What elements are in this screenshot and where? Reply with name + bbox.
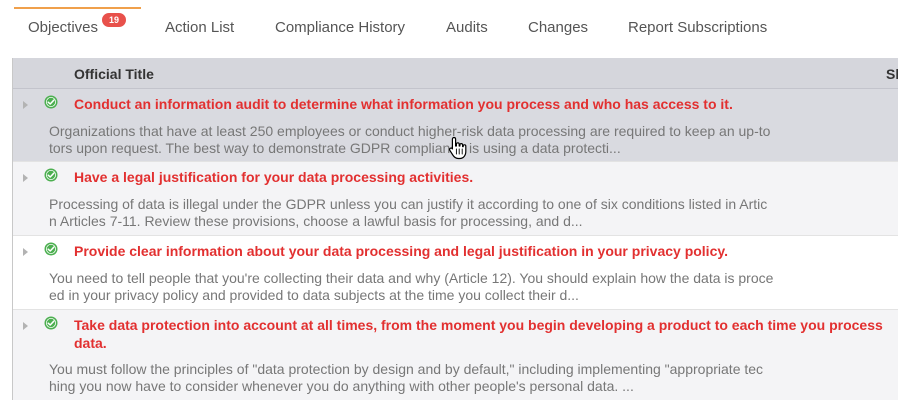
objectives-count-badge: 19: [101, 12, 127, 28]
description-line: tors upon request. The best way to demon…: [49, 140, 621, 156]
objective-title[interactable]: Provide clear information about your dat…: [74, 242, 884, 260]
objective-description: You must follow the principles of "data …: [49, 361, 898, 395]
column-header-official-title[interactable]: Official Title: [74, 66, 154, 82]
table-header: Official Title Sh: [13, 58, 898, 89]
objective-description: Organizations that have at least 250 emp…: [49, 123, 898, 157]
description-line: You need to tell people that you're coll…: [49, 270, 774, 286]
objective-description: Processing of data is illegal under the …: [49, 196, 898, 230]
table-row[interactable]: Conduct an information audit to determin…: [13, 89, 898, 162]
check-circle-icon: [44, 316, 58, 330]
description-line: You must follow the principles of "data …: [49, 361, 764, 377]
objective-title[interactable]: Have a legal justification for your data…: [74, 168, 884, 186]
column-header-second[interactable]: Sh: [886, 66, 898, 82]
table-row[interactable]: Provide clear information about your dat…: [13, 236, 898, 310]
expand-arrow-icon[interactable]: [23, 101, 28, 109]
tab-label: Audits: [446, 19, 488, 36]
description-line: ed in your privacy policy and provided t…: [49, 287, 579, 303]
objective-description: You need to tell people that you're coll…: [49, 270, 898, 304]
tab-label: Report Subscriptions: [628, 19, 768, 36]
check-circle-icon: [44, 95, 58, 109]
tab-audits[interactable]: Audits: [446, 19, 488, 36]
tab-objectives[interactable]: Objectives: [28, 19, 98, 36]
active-tab-indicator: [14, 7, 141, 9]
table-row[interactable]: Have a legal justification for your data…: [13, 162, 898, 236]
check-circle-icon: [44, 168, 58, 182]
description-line: Organizations that have at least 250 emp…: [49, 123, 771, 139]
tab-action-list[interactable]: Action List: [165, 19, 234, 36]
objective-title[interactable]: Take data protection into account at all…: [74, 316, 884, 352]
expand-arrow-icon[interactable]: [23, 322, 28, 330]
table-row[interactable]: Take data protection into account at all…: [13, 310, 898, 400]
expand-arrow-icon[interactable]: [23, 248, 28, 256]
tab-bar: Objectives 19 Action List Compliance His…: [0, 0, 898, 56]
objectives-table: Official Title Sh Conduct an information…: [12, 58, 898, 400]
description-line: hing you now have to consider whenever y…: [49, 378, 634, 394]
tab-label: Changes: [528, 19, 589, 36]
tab-label: Action List: [165, 19, 235, 36]
description-line: n Articles 7-11. Review these provisions…: [49, 213, 583, 229]
tab-changes[interactable]: Changes: [528, 19, 588, 36]
description-line: Processing of data is illegal under the …: [49, 196, 768, 212]
expand-arrow-icon[interactable]: [23, 174, 28, 182]
tab-label: Objectives: [28, 19, 99, 36]
objective-title[interactable]: Conduct an information audit to determin…: [74, 95, 884, 113]
tab-compliance-history[interactable]: Compliance History: [275, 19, 405, 36]
check-circle-icon: [44, 242, 58, 256]
tab-report-subscriptions[interactable]: Report Subscriptions: [628, 19, 767, 36]
tab-label: Compliance History: [275, 19, 406, 36]
